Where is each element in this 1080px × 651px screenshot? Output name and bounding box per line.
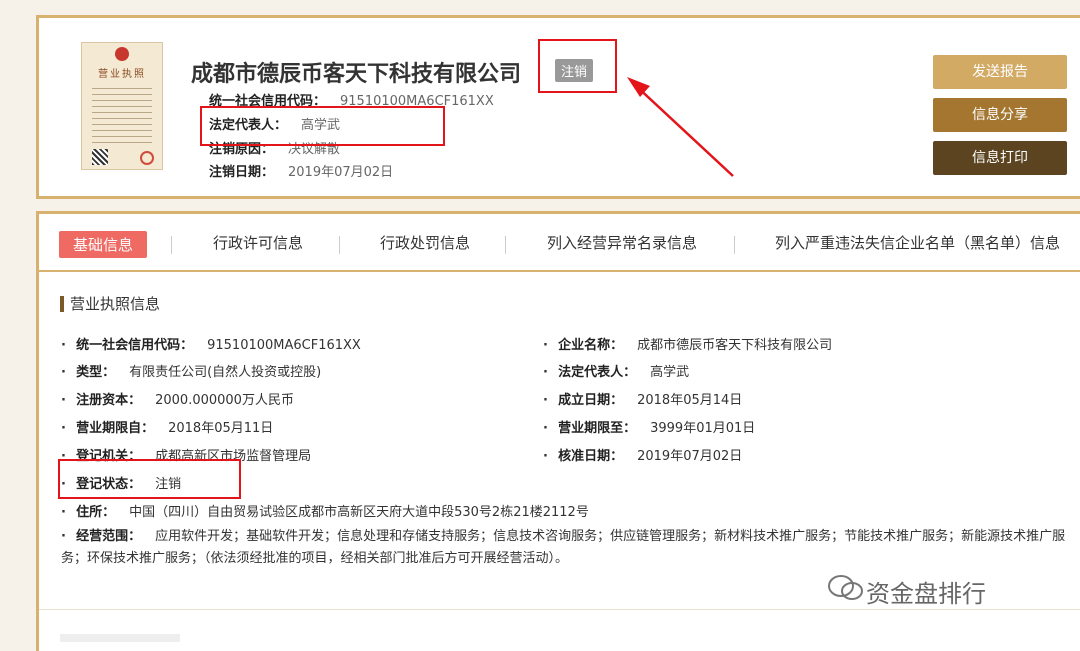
detail-tabs: 基础信息 行政许可信息 行政处罚信息 列入经营异常名录信息 列入严重违法失信企业… (39, 214, 1080, 272)
tab-admin-penalty[interactable]: 行政处罚信息 (380, 232, 470, 253)
tab-admin-license[interactable]: 行政许可信息 (213, 232, 303, 253)
field-company-name: 企业名称： 成都市德辰币客天下科技有限公司 (543, 334, 832, 353)
tab-divider (734, 236, 735, 254)
field-value: 2018年05月11日 (168, 421, 274, 436)
send-report-button[interactable]: 发送报告 (933, 55, 1067, 89)
field-credit-code: 统一社会信用代码： 91510100MA6CF161XX (61, 334, 361, 353)
field-legal-rep: 法定代表人： 高学武 (543, 361, 689, 380)
cancel-reason-label: 注销原因： (209, 142, 275, 157)
national-emblem-icon (115, 47, 129, 61)
field-established: 成立日期： 2018年05月14日 (543, 389, 742, 408)
wechat-icon (828, 575, 863, 600)
cancel-reason-value: 决议解散 (288, 142, 341, 157)
field-value: 2000.000000万人民币 (155, 393, 294, 408)
tab-divider (339, 236, 340, 254)
field-label: 企业名称： (558, 338, 624, 353)
tab-divider (171, 236, 172, 254)
license-text-lines (92, 83, 152, 143)
field-value: 2019年07月02日 (637, 449, 743, 464)
field-approval-date: 核准日期： 2019年07月02日 (543, 445, 742, 464)
field-value: 有限责任公司(自然人投资或控股) (129, 365, 322, 380)
field-label: 注册资本： (76, 393, 142, 408)
field-term-from: 营业期限自： 2018年05月11日 (61, 417, 273, 436)
official-stamp-icon (140, 151, 154, 165)
field-value: 高学武 (650, 365, 690, 380)
field-address: 住所： 中国（四川）自由贸易试验区成都市高新区天府大道中段530号2栋21楼211… (61, 501, 589, 520)
cancel-date-value: 2019年07月02日 (288, 165, 394, 180)
field-label: 登记机关： (76, 449, 142, 464)
field-value: 91510100MA6CF161XX (207, 338, 361, 353)
watermark-text: 资金盘排行 (866, 580, 986, 608)
field-capital: 注册资本： 2000.000000万人民币 (61, 389, 294, 408)
field-label: 统一社会信用代码： (76, 338, 194, 353)
company-name: 成都市德辰币客天下科技有限公司 (191, 62, 522, 87)
share-info-button[interactable]: 信息分享 (933, 98, 1067, 132)
field-value: 中国（四川）自由贸易试验区成都市高新区天府大道中段530号2栋21楼2112号 (129, 505, 589, 520)
print-info-button[interactable]: 信息打印 (933, 141, 1067, 175)
field-term-to: 营业期限至： 3999年01月01日 (543, 417, 755, 436)
field-value: 成都市德辰币客天下科技有限公司 (637, 338, 833, 353)
field-label: 登记状态： (76, 477, 142, 492)
field-reg-status: 登记状态： 注销 (61, 473, 181, 492)
cancel-reason-line: 注销原因： 决议解散 (209, 138, 340, 157)
credit-code-label: 统一社会信用代码： (209, 94, 327, 109)
tab-basic-info[interactable]: 基础信息 (59, 231, 148, 258)
field-label: 类型： (76, 365, 116, 380)
next-section-title-placeholder (60, 634, 180, 642)
field-business-scope: 经营范围：应用软件开发；基础软件开发；信息处理和存储支持服务；信息技术咨询服务；… (61, 526, 1071, 570)
section-divider (39, 609, 1080, 610)
field-label: 营业期限至： (558, 421, 637, 436)
section-title: 营业执照信息 (60, 296, 160, 312)
legal-rep-value: 高学武 (301, 118, 341, 133)
tab-blacklist[interactable]: 列入严重违法失信企业名单（黑名单）信息 (775, 232, 1060, 253)
field-label: 营业期限自： (76, 421, 155, 436)
field-label: 法定代表人： (558, 365, 637, 380)
field-authority: 登记机关： 成都高新区市场监督管理局 (61, 445, 311, 464)
field-value: 2018年05月14日 (637, 393, 743, 408)
license-thumb-title: 营业执照 (98, 69, 146, 80)
field-value: 注销 (155, 477, 182, 492)
qr-code-icon (92, 149, 108, 165)
legal-rep-label: 法定代表人： (209, 118, 288, 133)
business-license-thumbnail[interactable]: 营业执照 (81, 42, 163, 170)
field-type: 类型： 有限责任公司(自然人投资或控股) (61, 361, 321, 380)
tab-divider (505, 236, 506, 254)
field-label: 核准日期： (558, 449, 624, 464)
cancel-date-line: 注销日期： 2019年07月02日 (209, 161, 393, 180)
company-header-card: 营业执照 成都市德辰币客天下科技有限公司 注销 统一社会信用代码： 9151010… (36, 15, 1080, 199)
field-value: 3999年01月01日 (650, 421, 756, 436)
legal-rep-line: 法定代表人： 高学武 (209, 114, 340, 133)
status-badge: 注销 (555, 59, 594, 82)
credit-code-value: 91510100MA6CF161XX (340, 94, 494, 109)
field-label: 经营范围： (76, 529, 142, 544)
tab-abnormal-list[interactable]: 列入经营异常名录信息 (547, 232, 697, 253)
field-label: 住所： (76, 505, 116, 520)
field-value: 成都高新区市场监督管理局 (155, 449, 312, 464)
cancel-date-label: 注销日期： (209, 165, 275, 180)
field-value: 应用软件开发；基础软件开发；信息处理和存储支持服务；信息技术咨询服务；供应链管理… (61, 529, 1066, 566)
field-label: 成立日期： (558, 393, 624, 408)
credit-code-line: 统一社会信用代码： 91510100MA6CF161XX (209, 90, 494, 109)
